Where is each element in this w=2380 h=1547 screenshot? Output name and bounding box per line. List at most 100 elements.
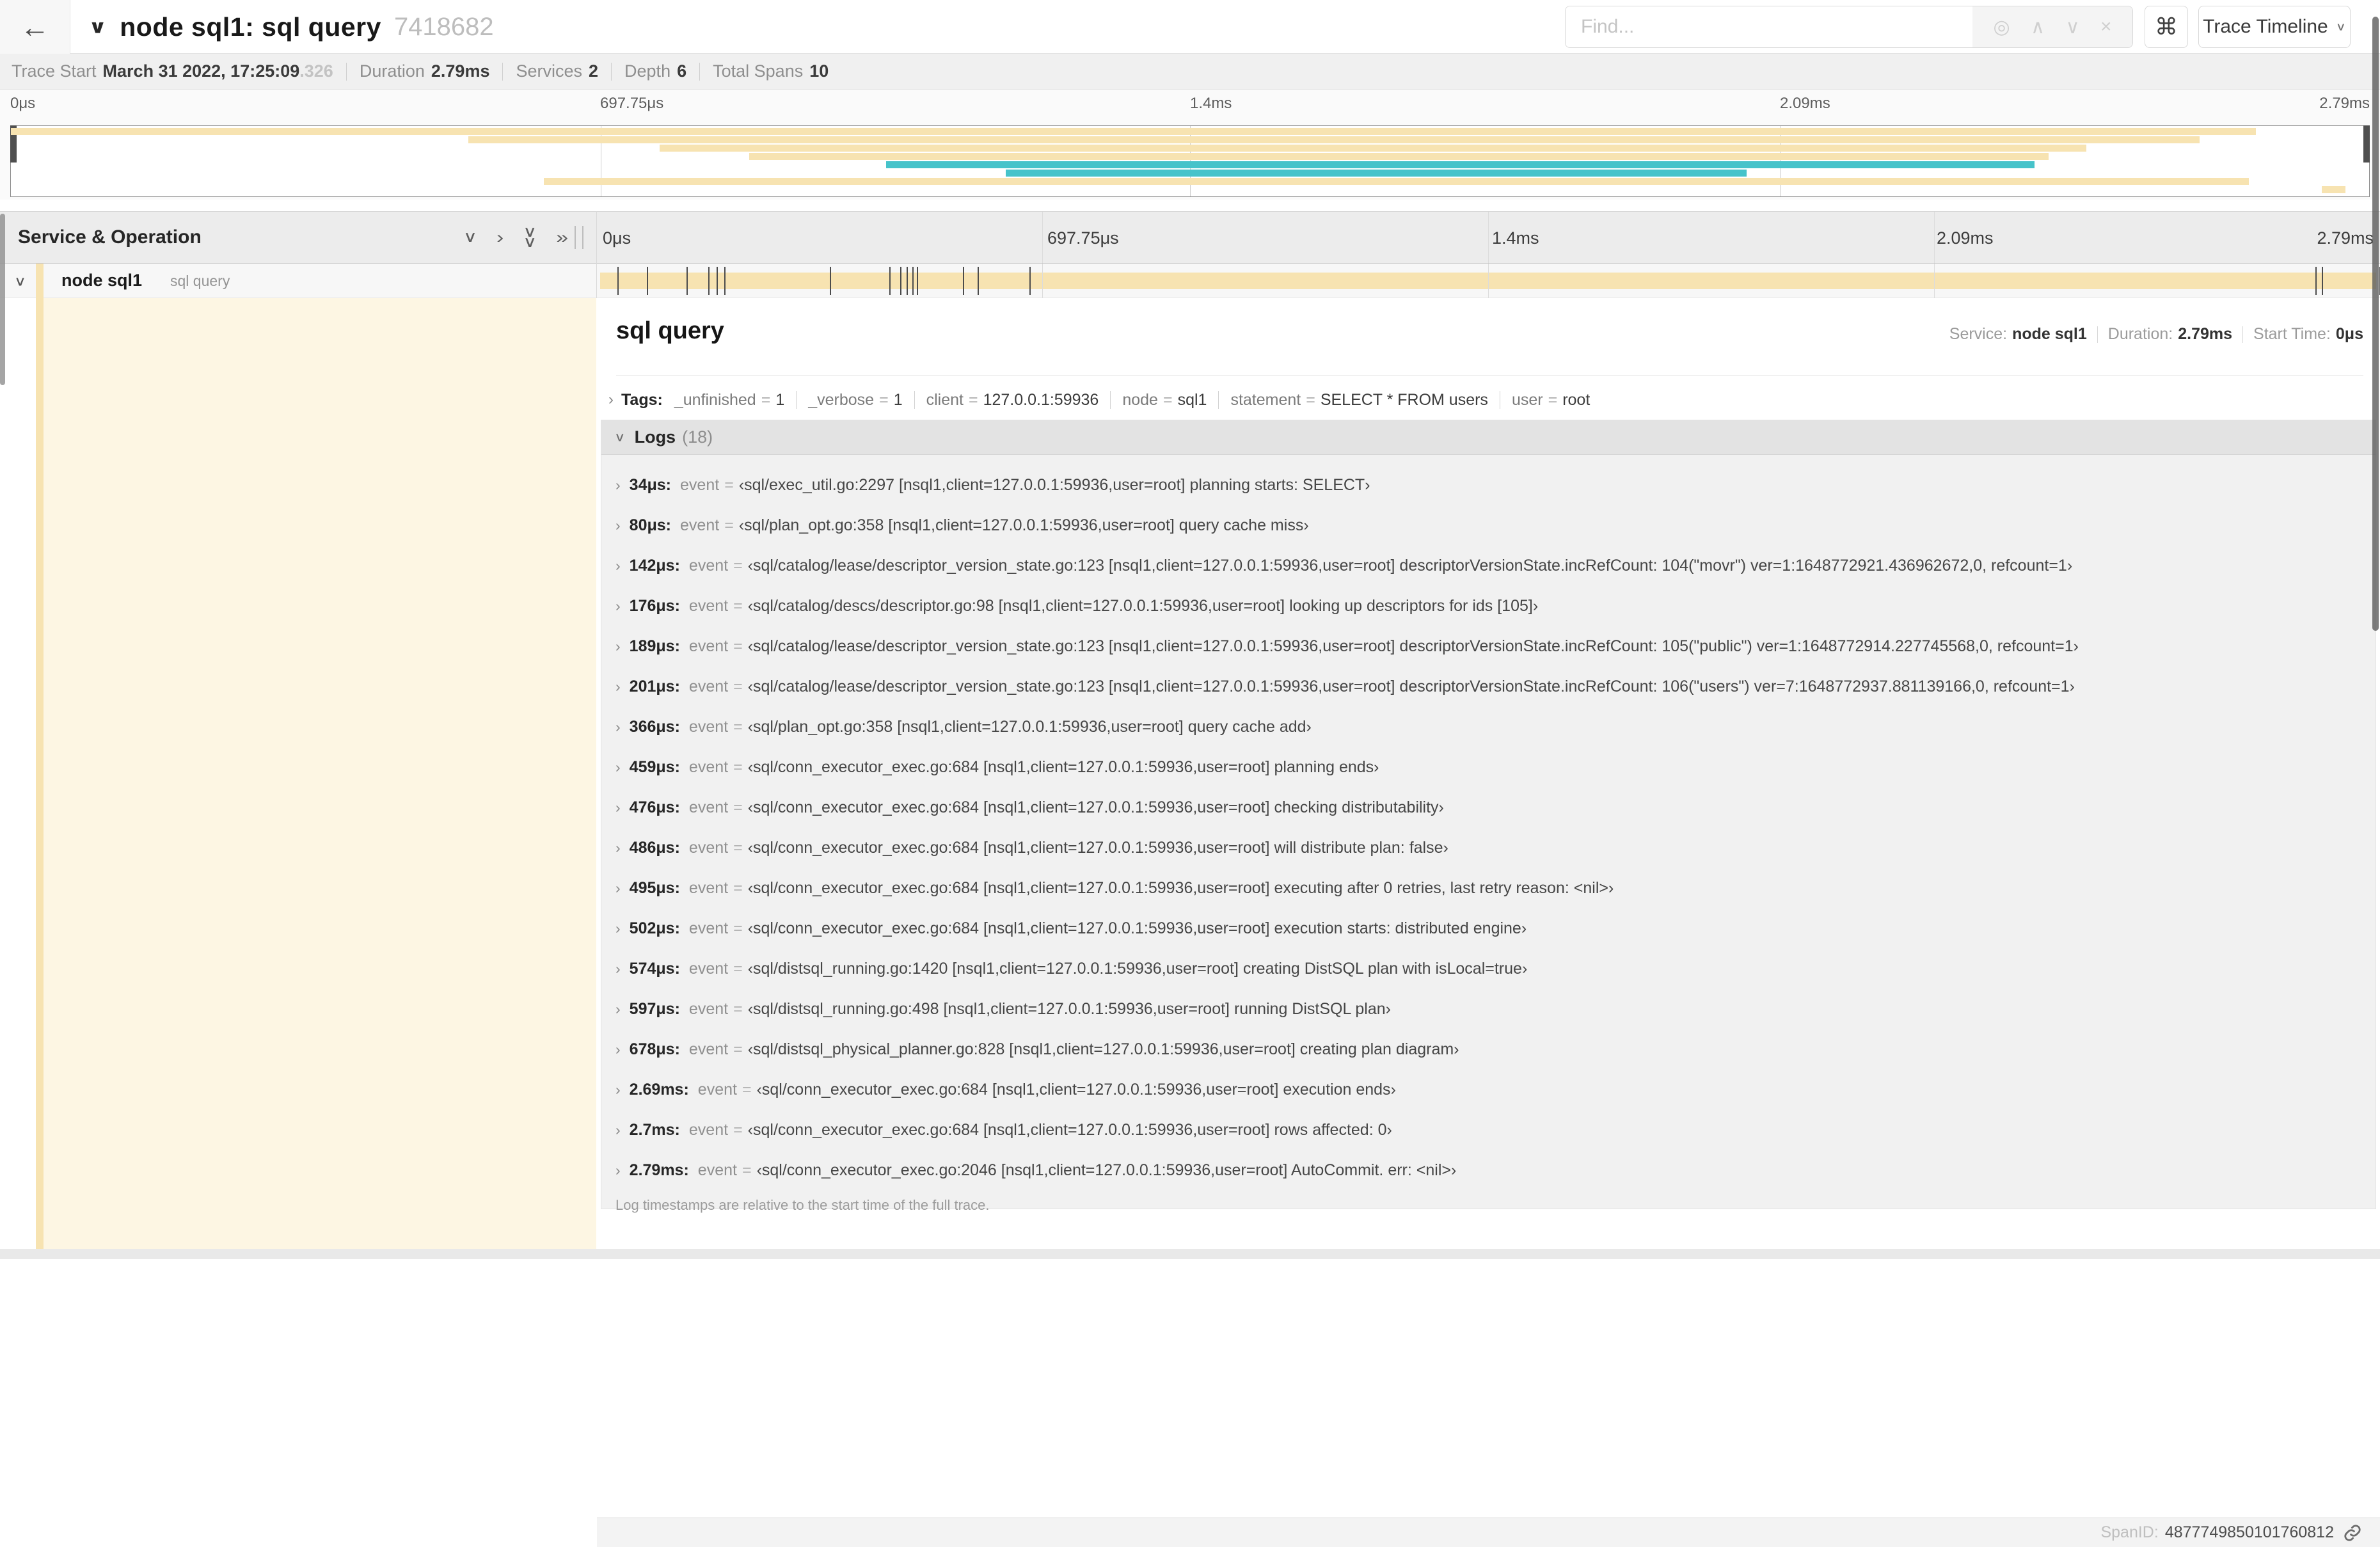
log-event-tick[interactable] — [977, 267, 979, 295]
find-input[interactable] — [1566, 6, 1972, 47]
log-entry-row[interactable]: › 502μs: event = ‹sql/conn_executor_exec.go:… — [601, 908, 2376, 949]
log-event-tick[interactable] — [716, 267, 718, 295]
back-button[interactable]: ← — [0, 0, 70, 54]
chevron-right-icon: › — [615, 880, 621, 896]
tree-scrollbar[interactable] — [0, 214, 5, 385]
span-collapse-chevron-icon[interactable]: ∨ — [14, 273, 26, 289]
equals-sign: = — [761, 390, 771, 409]
logs-count: (18) — [682, 427, 713, 447]
tag-item: statement = SELECT * FROM users — [1230, 391, 1488, 409]
log-entry-row[interactable]: › 142μs: event = ‹sql/catalog/lease/descript… — [601, 546, 2376, 586]
log-event-tick[interactable] — [724, 267, 726, 295]
log-event-tick[interactable] — [962, 267, 964, 295]
column-resizer[interactable] — [575, 226, 583, 249]
axis-tick-label: 1.4ms — [1492, 228, 1539, 248]
log-event-tick[interactable] — [708, 267, 710, 295]
equals-sign: = — [733, 1000, 743, 1018]
equals-sign: = — [879, 390, 889, 409]
clear-find-icon[interactable]: × — [2100, 16, 2112, 38]
tag-key: statement — [1230, 390, 1301, 409]
log-entry-row[interactable]: › 2.7ms: event = ‹sql/conn_executor_exec.go:… — [601, 1110, 2376, 1150]
deep-link-icon[interactable] — [2343, 1523, 2362, 1543]
trace-view-selector[interactable]: Trace Timeline ∨ — [2198, 6, 2351, 48]
log-field-value: ‹sql/plan_opt.go:358 [nsql1,client=127.0… — [747, 718, 1312, 736]
minimap-span-bar — [885, 161, 2035, 168]
tag-item: client = 127.0.0.1:59936 — [926, 391, 1099, 409]
depth-label: Depth — [624, 61, 671, 81]
log-field-value: ‹sql/exec_util.go:2297 [nsql1,client=127… — [738, 476, 1370, 494]
log-entry-row[interactable]: › 597μs: event = ‹sql/distsql_running.go:498… — [601, 989, 2376, 1029]
log-event-tick[interactable] — [2322, 267, 2324, 295]
log-entry-row[interactable]: › 678μs: event = ‹sql/distsql_physical_plann… — [601, 1029, 2376, 1070]
chevron-right-icon: › — [615, 477, 621, 493]
log-event-tick[interactable] — [686, 267, 688, 295]
log-field-value: ‹sql/conn_executor_exec.go:2046 [nsql1,c… — [756, 1161, 1457, 1179]
log-field-key: event — [688, 1121, 729, 1139]
minimap-canvas[interactable] — [10, 125, 2370, 197]
log-field-value: ‹sql/distsql_physical_planner.go:828 [ns… — [747, 1040, 1459, 1058]
prev-match-icon[interactable]: ∧ — [2031, 16, 2045, 38]
timeline-gridline — [1488, 212, 1489, 263]
keyboard-shortcuts-button[interactable]: ⌘ — [2145, 6, 2188, 48]
log-field-value: ‹sql/distsql_running.go:498 [nsql1,clien… — [747, 1000, 1391, 1018]
log-entry-row[interactable]: › 189μs: event = ‹sql/catalog/lease/descript… — [601, 626, 2376, 667]
log-timestamp: 2.69ms: — [629, 1081, 689, 1099]
log-entry-row[interactable]: › 2.69ms: event = ‹sql/conn_executor_exec.go… — [601, 1070, 2376, 1110]
log-entry-row[interactable]: › 495μs: event = ‹sql/conn_executor_exec.go:… — [601, 868, 2376, 908]
log-event-tick[interactable] — [916, 267, 918, 295]
logs-accordion-header[interactable]: ∨ Logs (18) — [601, 420, 2376, 455]
vertical-scrollbar[interactable] — [2372, 17, 2379, 631]
chevron-right-icon: › — [615, 960, 621, 977]
minimap-span-bar — [544, 178, 2249, 185]
expand-one-icon[interactable]: › — [496, 228, 504, 246]
log-event-tick[interactable] — [2315, 267, 2317, 295]
log-event-tick[interactable] — [646, 267, 648, 295]
span-row[interactable]: ∨ node sql1 sql query — [0, 264, 2380, 298]
equals-sign: = — [733, 678, 743, 695]
duration-value: 2.79ms — [2178, 325, 2233, 343]
log-entry-row[interactable]: › 574μs: event = ‹sql/distsql_running.go:142… — [601, 949, 2376, 989]
log-field-value: ‹sql/conn_executor_exec.go:684 [nsql1,cl… — [747, 1121, 1392, 1139]
log-entry-row[interactable]: › 486μs: event = ‹sql/conn_executor_exec.go:… — [601, 828, 2376, 868]
tags-accordion[interactable]: › Tags: _unfinished = 1 _verbose = 1 client = 12… — [608, 385, 2363, 415]
chevron-right-icon: › — [615, 718, 621, 735]
trace-collapse-chevron-icon[interactable]: ∨ — [88, 16, 107, 38]
log-entry-row[interactable]: › 366μs: event = ‹sql/plan_opt.go:358 [nsql1… — [601, 707, 2376, 747]
log-event-tick[interactable] — [1029, 267, 1031, 295]
log-entry-row[interactable]: › 459μs: event = ‹sql/conn_executor_exec.go:… — [601, 747, 2376, 788]
next-match-icon[interactable]: ∨ — [2066, 16, 2080, 38]
log-field-key: event — [680, 476, 720, 494]
log-timestamp: 80μs: — [629, 516, 672, 534]
logs-label: Logs — [634, 427, 676, 447]
log-event-tick[interactable] — [900, 267, 901, 295]
span-track[interactable] — [596, 264, 2380, 298]
log-entry-row[interactable]: › 80μs: event = ‹sql/plan_opt.go:358 [nsql1,… — [601, 505, 2376, 546]
chevron-right-icon: › — [615, 678, 621, 695]
log-entry-row[interactable]: › 34μs: event = ‹sql/exec_util.go:2297 [nsql… — [601, 465, 2376, 505]
collapse-all-icon[interactable]: ∨ ∨ — [523, 225, 537, 250]
tag-key: _unfinished — [674, 390, 756, 409]
collapse-one-icon[interactable]: ∨ — [463, 230, 477, 244]
expand-all-icon[interactable]: » — [556, 228, 568, 246]
equals-sign: = — [742, 1161, 752, 1179]
match-highlight-icon[interactable]: ◎ — [1993, 16, 2010, 38]
log-entry-row[interactable]: › 476μs: event = ‹sql/conn_executor_exec.go:… — [601, 788, 2376, 828]
log-field-key: event — [688, 758, 729, 776]
trace-start-ms: .326 — [299, 61, 333, 81]
log-event-tick[interactable] — [617, 267, 619, 295]
timeline-gridline — [1933, 212, 1935, 263]
tag-value: sql1 — [1177, 390, 1207, 409]
log-entry-row[interactable]: › 201μs: event = ‹sql/catalog/lease/descript… — [601, 667, 2376, 707]
log-event-tick[interactable] — [906, 267, 908, 295]
minimap-span-bar — [2322, 186, 2346, 193]
log-entry-row[interactable]: › 2.79ms: event = ‹sql/conn_executor_exec.go… — [601, 1150, 2376, 1191]
log-event-tick[interactable] — [912, 267, 914, 295]
log-event-tick[interactable] — [889, 267, 891, 295]
equals-sign: = — [733, 1121, 743, 1139]
minimap-right-scrub-handle[interactable] — [2363, 125, 2370, 163]
tag-key: client — [926, 390, 964, 409]
equals-sign: = — [733, 637, 743, 655]
log-event-tick[interactable] — [829, 267, 831, 295]
log-field-key: event — [688, 557, 729, 575]
log-entry-row[interactable]: › 176μs: event = ‹sql/catalog/descs/descript… — [601, 586, 2376, 626]
